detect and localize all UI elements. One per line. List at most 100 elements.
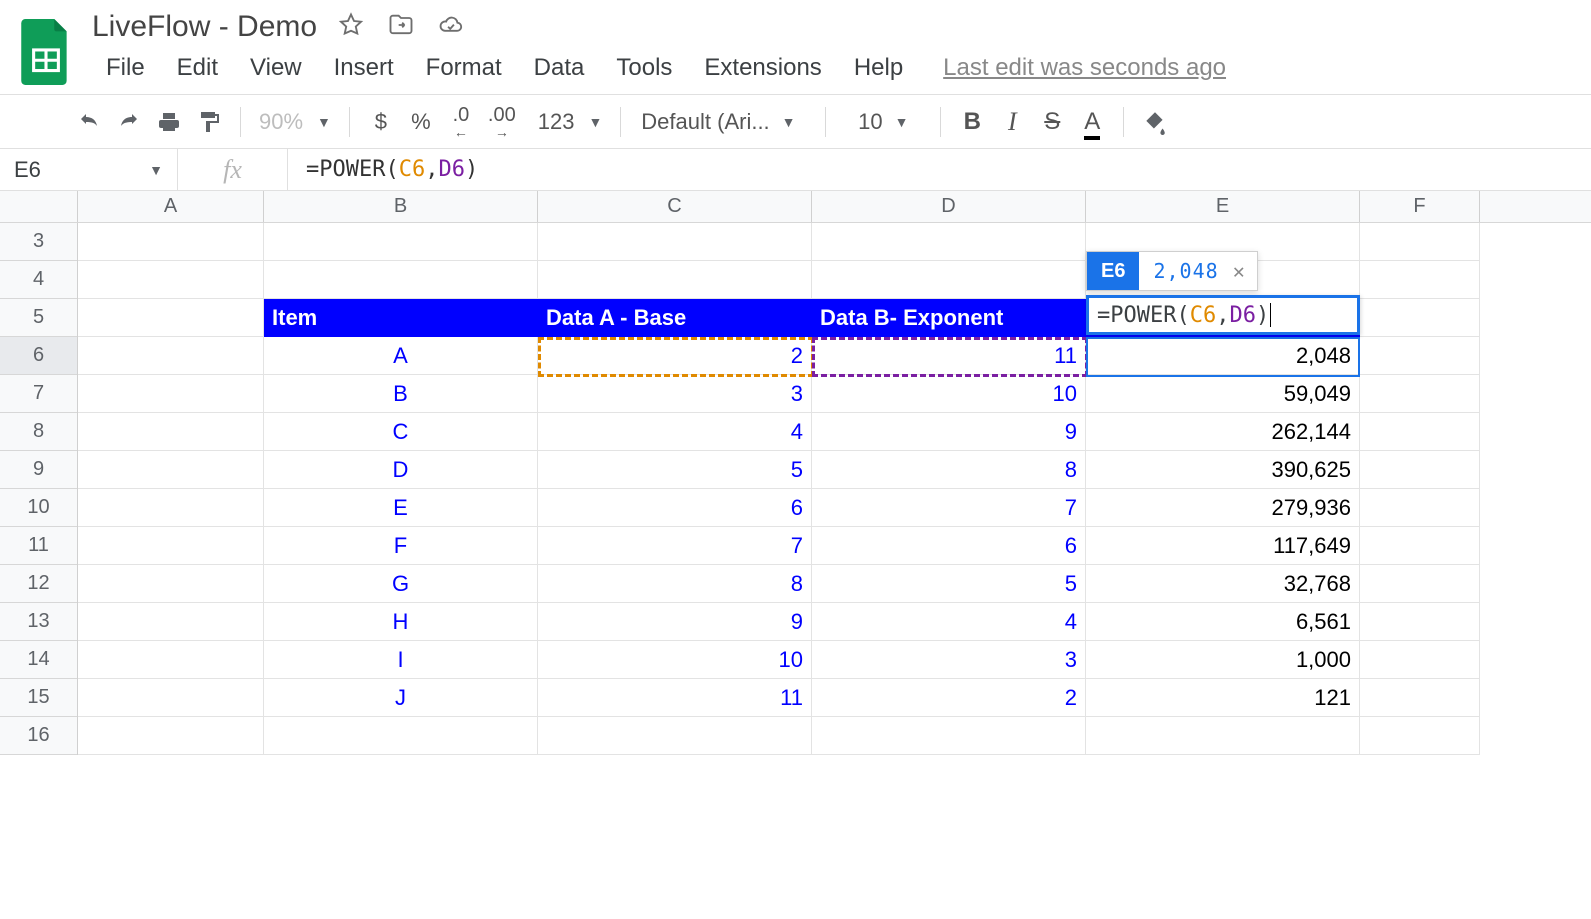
- text-color-button[interactable]: A: [1073, 103, 1111, 141]
- italic-button[interactable]: I: [993, 103, 1031, 141]
- cell[interactable]: [538, 223, 812, 261]
- bold-button[interactable]: B: [953, 103, 991, 141]
- column-header[interactable]: C: [538, 191, 812, 222]
- menu-view[interactable]: View: [236, 50, 316, 86]
- cell[interactable]: [1360, 565, 1480, 603]
- cell[interactable]: [1360, 223, 1480, 261]
- cell-base[interactable]: 6: [538, 489, 812, 527]
- cell-exp[interactable]: 9: [812, 413, 1086, 451]
- menu-insert[interactable]: Insert: [320, 50, 408, 86]
- name-box[interactable]: E6 ▼: [0, 149, 178, 190]
- format-percent-button[interactable]: %: [402, 103, 440, 141]
- cell[interactable]: [78, 679, 264, 717]
- cell-item[interactable]: C: [264, 413, 538, 451]
- row-header[interactable]: 9: [0, 451, 77, 489]
- paint-format-button[interactable]: [190, 103, 228, 141]
- cell-base[interactable]: 5: [538, 451, 812, 489]
- menu-data[interactable]: Data: [520, 50, 599, 86]
- cell[interactable]: [1360, 489, 1480, 527]
- cell[interactable]: [78, 565, 264, 603]
- cell-base[interactable]: 10: [538, 641, 812, 679]
- row-header[interactable]: 14: [0, 641, 77, 679]
- row-header[interactable]: 12: [0, 565, 77, 603]
- cell[interactable]: [1360, 337, 1480, 375]
- cell[interactable]: [264, 261, 538, 299]
- cell[interactable]: [78, 413, 264, 451]
- cell[interactable]: [538, 261, 812, 299]
- row-header[interactable]: 4: [0, 261, 77, 299]
- cell[interactable]: [812, 717, 1086, 755]
- cell[interactable]: [264, 223, 538, 261]
- cell[interactable]: [538, 717, 812, 755]
- cell[interactable]: [78, 717, 264, 755]
- zoom-select[interactable]: 90% ▼: [253, 109, 337, 135]
- cell-base[interactable]: 3: [538, 375, 812, 413]
- menu-tools[interactable]: Tools: [602, 50, 686, 86]
- table-header-base[interactable]: Data A - Base: [538, 299, 812, 337]
- cell[interactable]: [1360, 603, 1480, 641]
- cell[interactable]: [78, 641, 264, 679]
- menu-file[interactable]: File: [92, 50, 159, 86]
- cell[interactable]: [78, 489, 264, 527]
- row-header[interactable]: 3: [0, 223, 77, 261]
- cell-exp[interactable]: 7: [812, 489, 1086, 527]
- cell[interactable]: [1360, 717, 1480, 755]
- row-header[interactable]: 7: [0, 375, 77, 413]
- cell-item[interactable]: F: [264, 527, 538, 565]
- cell-out[interactable]: 2,048: [1086, 337, 1360, 375]
- cell[interactable]: [78, 299, 264, 337]
- document-title[interactable]: LiveFlow - Demo: [92, 10, 317, 44]
- cell[interactable]: [78, 337, 264, 375]
- menu-help[interactable]: Help: [840, 50, 917, 86]
- cell-exp[interactable]: 3: [812, 641, 1086, 679]
- cell-item[interactable]: B: [264, 375, 538, 413]
- cell[interactable]: [78, 603, 264, 641]
- cell-exp[interactable]: 6: [812, 527, 1086, 565]
- cloud-status-icon[interactable]: [437, 11, 465, 44]
- increase-decimal-button[interactable]: .00 →: [482, 103, 522, 141]
- table-header-exponent[interactable]: Data B- Exponent: [812, 299, 1086, 337]
- cell-exp[interactable]: 4: [812, 603, 1086, 641]
- print-button[interactable]: [150, 103, 188, 141]
- cell-exp[interactable]: 11: [812, 337, 1086, 375]
- undo-button[interactable]: [70, 103, 108, 141]
- row-header[interactable]: 15: [0, 679, 77, 717]
- cell-item[interactable]: I: [264, 641, 538, 679]
- table-header-item[interactable]: Item: [264, 299, 538, 337]
- move-to-folder-icon[interactable]: [387, 11, 415, 44]
- more-formats-button[interactable]: 123 ▼: [524, 103, 609, 141]
- cell-exp[interactable]: 8: [812, 451, 1086, 489]
- menu-extensions[interactable]: Extensions: [690, 50, 835, 86]
- cell[interactable]: [1360, 451, 1480, 489]
- cell-editor[interactable]: =POWER(C6,D6): [1086, 295, 1360, 335]
- cell-exp[interactable]: 10: [812, 375, 1086, 413]
- cell-base[interactable]: 4: [538, 413, 812, 451]
- cell-base[interactable]: 11: [538, 679, 812, 717]
- cell-out[interactable]: 121: [1086, 679, 1360, 717]
- formula-bar[interactable]: =POWER(C6,D6): [288, 149, 1591, 190]
- cell[interactable]: [264, 717, 538, 755]
- cell-item[interactable]: D: [264, 451, 538, 489]
- font-family-select[interactable]: Default (Ari... ▼: [633, 109, 813, 135]
- cell-base[interactable]: 8: [538, 565, 812, 603]
- cell-out[interactable]: 117,649: [1086, 527, 1360, 565]
- cell[interactable]: [78, 223, 264, 261]
- cell[interactable]: [78, 375, 264, 413]
- cell[interactable]: [1360, 413, 1480, 451]
- cell-base[interactable]: 2: [538, 337, 812, 375]
- column-header[interactable]: A: [78, 191, 264, 222]
- cell-out[interactable]: 6,561: [1086, 603, 1360, 641]
- cell-base[interactable]: 7: [538, 527, 812, 565]
- cell-item[interactable]: A: [264, 337, 538, 375]
- decrease-decimal-button[interactable]: .0 ←: [442, 103, 480, 141]
- column-header[interactable]: E: [1086, 191, 1360, 222]
- cell-exp[interactable]: 5: [812, 565, 1086, 603]
- row-header[interactable]: 6: [0, 337, 77, 375]
- close-icon[interactable]: ✕: [1229, 259, 1257, 283]
- row-header[interactable]: 16: [0, 717, 77, 755]
- menu-format[interactable]: Format: [412, 50, 516, 86]
- cell-exp[interactable]: 2: [812, 679, 1086, 717]
- cell[interactable]: [1360, 641, 1480, 679]
- format-currency-button[interactable]: $: [362, 103, 400, 141]
- sheets-app-icon[interactable]: [20, 17, 72, 87]
